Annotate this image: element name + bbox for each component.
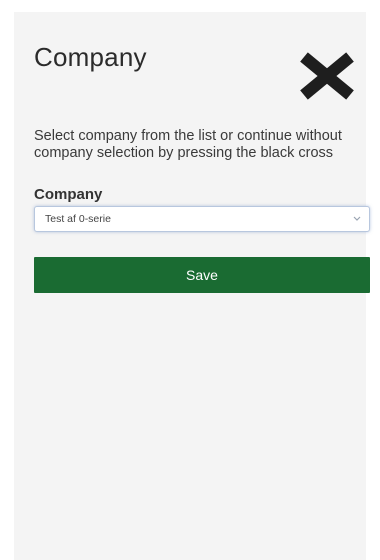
company-select-value: Test af 0-serie: [45, 213, 111, 225]
company-field-label: Company: [34, 186, 103, 203]
save-button[interactable]: Save: [34, 257, 370, 293]
dialog-title: Company: [34, 42, 147, 72]
close-icon: [300, 52, 354, 100]
instruction-text: Select company from the list or continue…: [34, 128, 342, 161]
chevron-down-icon: [353, 216, 361, 221]
company-dialog: Company Select company from the list or …: [14, 12, 370, 560]
close-button[interactable]: [296, 50, 358, 102]
company-select[interactable]: Test af 0-serie: [34, 206, 370, 232]
